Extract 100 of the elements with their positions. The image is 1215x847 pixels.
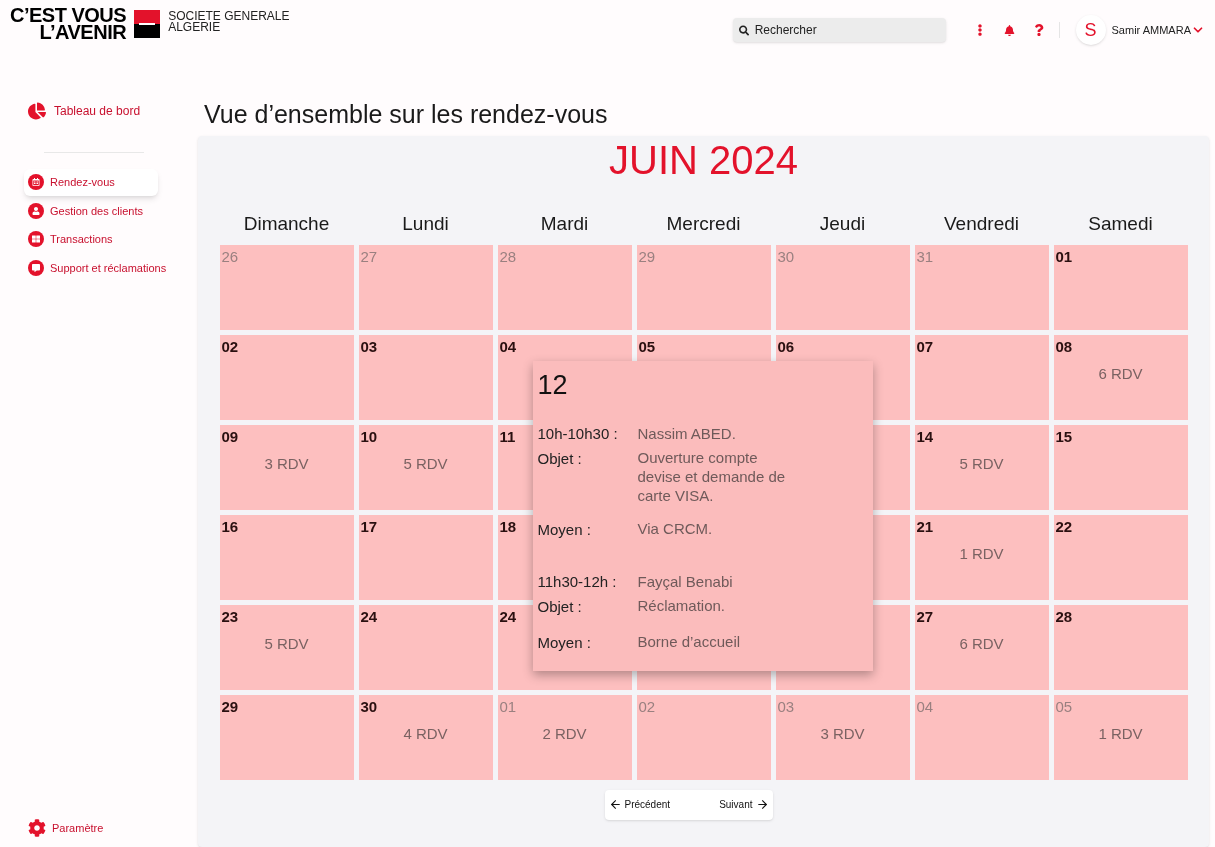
day-cell[interactable]: 15 xyxy=(1053,424,1188,510)
field-label: Objet : xyxy=(537,448,583,469)
search-field[interactable]: Rechercher xyxy=(732,18,946,42)
field-value: Borne d’accueil xyxy=(637,632,742,652)
day-cell[interactable]: 21 1 RDV xyxy=(914,514,1049,600)
day-cell[interactable]: 24 xyxy=(358,604,493,690)
settings-icon xyxy=(28,819,46,837)
weekday-header: Lundi xyxy=(402,212,449,236)
day-number: 23 xyxy=(221,607,239,625)
appointment-count: 5 RDV xyxy=(264,633,309,654)
search-icon xyxy=(738,24,749,36)
arrow-right-icon xyxy=(755,798,769,811)
appointment-count: 3 RDV xyxy=(820,723,865,744)
appointment-count: 1 RDV xyxy=(959,543,1004,564)
weekday-header: Dimanche xyxy=(243,212,330,236)
day-number: 24 xyxy=(360,607,378,625)
field-value: Via CRCM. xyxy=(637,518,714,539)
brand-name: SOCIETE GENERALE xyxy=(168,11,290,22)
user-name[interactable]: Samir AMMARA xyxy=(1111,21,1191,39)
field-value: Ouverture compte devise et demande de carte VISA. xyxy=(637,447,786,505)
day-number: 01 xyxy=(1055,247,1073,265)
search-input[interactable]: Rechercher xyxy=(754,21,940,39)
day-number: 18 xyxy=(499,517,517,535)
day-number: 31 xyxy=(916,247,934,265)
appointment-count: 6 RDV xyxy=(959,633,1004,654)
day-number: 28 xyxy=(499,247,517,265)
day-cell[interactable]: 28 xyxy=(1053,604,1188,690)
field-label: Moyen : xyxy=(537,633,592,653)
field-value: Réclamation. xyxy=(637,595,727,616)
appointment-count: 6 RDV xyxy=(1098,363,1143,384)
appointment-count: 3 RDV xyxy=(264,453,309,474)
next-button[interactable]: Suivant xyxy=(719,797,769,812)
user-avatar[interactable]: S xyxy=(1075,15,1106,45)
calendar-icon xyxy=(28,174,44,191)
day-number: 29 xyxy=(638,247,656,265)
month-title: JUIN 2024 xyxy=(609,138,798,182)
client-name: Nassim ABED. xyxy=(637,424,736,444)
day-cell[interactable]: 17 xyxy=(358,514,493,600)
day-number: 17 xyxy=(360,517,378,535)
sidebar-item[interactable]: Transactions xyxy=(24,226,194,253)
sidebar-item[interactable]: Gestion des clients xyxy=(24,197,194,224)
day-number: 09 xyxy=(221,427,239,445)
logo-icon xyxy=(134,10,161,38)
appointment-count: 2 RDV xyxy=(542,723,587,744)
appointment-time: 10h-10h30 : xyxy=(537,424,619,444)
day-cell[interactable]: 14 5 RDV xyxy=(914,424,1049,510)
grid-icon xyxy=(28,231,44,248)
appointment-count: 5 RDV xyxy=(959,453,1004,474)
client-name: Fayçal Benabi xyxy=(637,572,733,592)
field-label: Objet : xyxy=(537,596,583,617)
day-number: 11 xyxy=(499,427,516,445)
day-number: 26 xyxy=(221,247,239,265)
day-cell[interactable]: 30 4 RDV xyxy=(358,694,493,780)
field-label: Moyen : xyxy=(537,519,592,540)
sidebar-item[interactable]: Tableau de bord xyxy=(24,100,198,122)
day-cell[interactable]: 16 xyxy=(219,514,354,600)
arrow-left-icon xyxy=(608,798,622,811)
day-cell[interactable]: 29 xyxy=(219,694,354,780)
day-cell[interactable]: 01 2 RDV xyxy=(497,694,632,780)
day-number: 10 xyxy=(360,427,378,445)
day-number: 15 xyxy=(1055,427,1073,445)
sidebar-item[interactable]: Paramètre xyxy=(24,817,198,839)
sidebar-item[interactable]: Rendez-vous xyxy=(24,169,158,196)
weekday-header: Vendredi xyxy=(944,212,1019,236)
day-number: 21 xyxy=(916,517,934,535)
weekday-header: Mercredi xyxy=(666,212,741,236)
day-number: 04 xyxy=(916,697,934,715)
sidebar-item[interactable]: Support et réclamations xyxy=(24,254,194,281)
notification-icon[interactable] xyxy=(1003,24,1015,36)
previous-button[interactable]: Précédent xyxy=(608,797,671,812)
day-number: 28 xyxy=(1055,607,1073,625)
day-number: 01 xyxy=(499,697,517,715)
day-cell[interactable]: 22 xyxy=(1053,514,1188,600)
day-number: 05 xyxy=(638,337,656,355)
day-number: 02 xyxy=(221,337,239,355)
day-number: 03 xyxy=(777,697,795,715)
day-cell[interactable]: 27 6 RDV xyxy=(914,604,1049,690)
day-cell[interactable]: 02 xyxy=(219,334,354,420)
day-cell[interactable]: 03 3 RDV xyxy=(775,694,910,780)
day-number: 07 xyxy=(916,337,934,355)
day-number: 22 xyxy=(1055,517,1073,535)
day-number: 04 xyxy=(499,337,517,355)
day-cell[interactable]: 09 3 RDV xyxy=(219,424,354,510)
help-icon[interactable] xyxy=(1032,24,1045,36)
appointment-time: 11h30-12h : xyxy=(537,572,618,592)
day-cell[interactable]: 01 xyxy=(1053,244,1188,330)
brand-name: ALGERIE xyxy=(168,22,222,33)
day-cell[interactable]: 03 xyxy=(358,334,493,420)
day-number: 16 xyxy=(221,517,239,535)
day-number: 27 xyxy=(360,247,378,265)
day-cell[interactable]: 10 5 RDV xyxy=(358,424,493,510)
appointment-count: 4 RDV xyxy=(403,723,448,744)
day-cell[interactable]: 07 xyxy=(914,334,1049,420)
day-cell[interactable]: 05 1 RDV xyxy=(1053,694,1188,780)
day-number: 27 xyxy=(916,607,934,625)
day-cell[interactable]: 08 6 RDV xyxy=(1053,334,1188,420)
slogan: L’AVENIR xyxy=(39,24,127,41)
pie-chart-icon xyxy=(28,102,46,120)
day-number: 29 xyxy=(221,697,239,715)
day-cell[interactable]: 23 5 RDV xyxy=(219,604,354,690)
